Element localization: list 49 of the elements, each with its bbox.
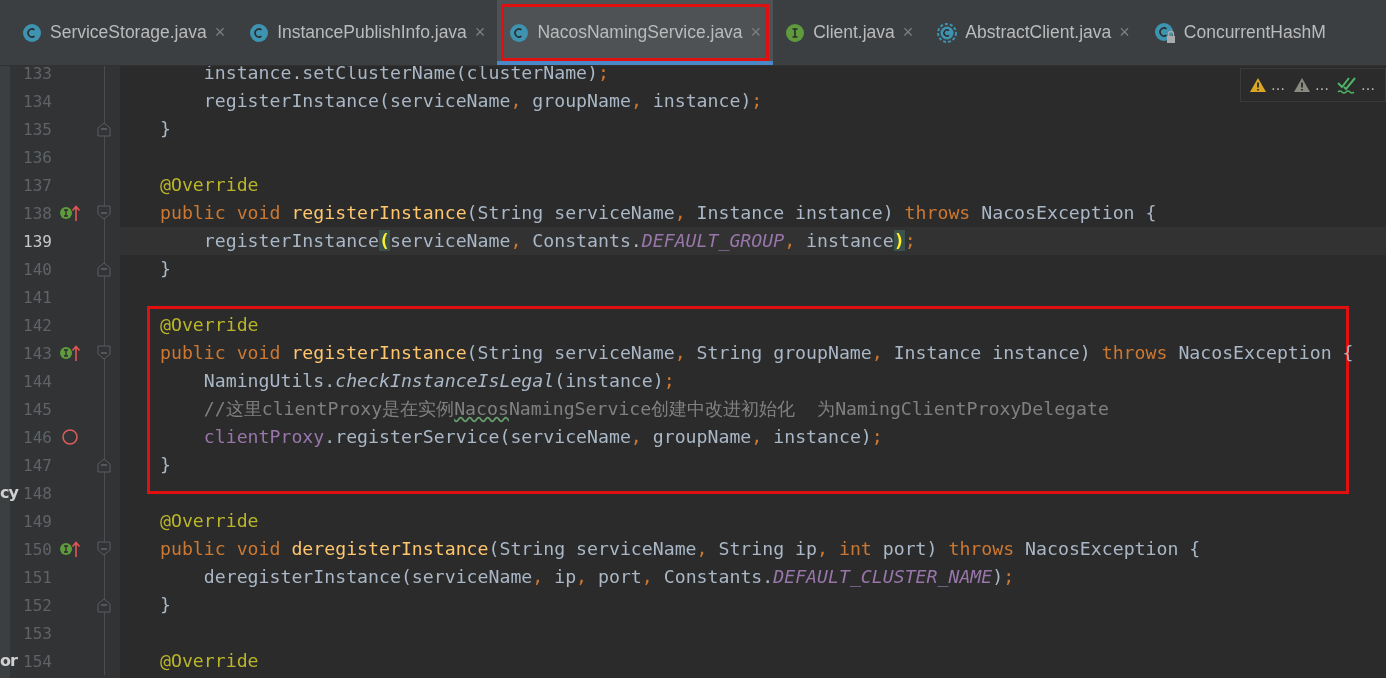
- code-line: }: [160, 117, 171, 141]
- editor-tab[interactable]: AbstractClient.java ×: [925, 0, 1142, 65]
- fold-icon[interactable]: [97, 345, 111, 361]
- code-line: clientProxy.registerService(serviceName, groupName, instance);: [202, 425, 883, 449]
- code-line: @Override: [160, 313, 259, 337]
- code-line: NamingUtils.checkInstanceIsLegal(instance);: [202, 369, 675, 393]
- line-number: 139: [22, 231, 52, 251]
- interface-icon: [785, 22, 806, 43]
- code-line: registerInstance(serviceName, Constants.DEFAULT_GROUP, instance);: [202, 229, 916, 253]
- double-check-icon: [1337, 76, 1357, 94]
- inspection-count: …: [1361, 77, 1375, 93]
- fold-icon[interactable]: [97, 541, 111, 557]
- fold-icon[interactable]: [97, 121, 111, 137]
- fold-icon[interactable]: [97, 205, 111, 221]
- code-line: }: [160, 453, 171, 477]
- warning-icon: [1249, 77, 1267, 93]
- code-line: deregisterInstance(serviceName, ip, port, Constants.DEFAULT_CLUSTER_NAME);: [202, 565, 1015, 589]
- editor-tab[interactable]: ServiceStorage.java ×: [10, 0, 238, 65]
- inspection-count: …: [1271, 77, 1285, 93]
- editor-tab[interactable]: InstancePublishInfo.java ×: [237, 0, 498, 65]
- code-line: }: [160, 257, 171, 281]
- panel-label: cy: [0, 482, 18, 504]
- implements-method-icon[interactable]: [59, 344, 81, 362]
- code-line: @Override: [160, 173, 259, 197]
- breakpoint-icon[interactable]: [61, 428, 79, 446]
- inspection-count: …: [1315, 77, 1329, 93]
- code-line: public void deregisterInstance(String serviceName, String ip, int port) throws NacosException {: [160, 537, 1201, 561]
- code-line: @Override: [160, 649, 259, 673]
- editor-tab[interactable]: Client.java ×: [773, 0, 926, 65]
- inspection-widget[interactable]: … … …: [1240, 68, 1386, 102]
- fold-icon[interactable]: [97, 261, 111, 277]
- implements-method-icon[interactable]: [59, 204, 81, 222]
- editor-tab[interactable]: NacosNamingService.java ×: [497, 0, 774, 65]
- abstract-class-icon: [937, 22, 958, 43]
- code-line: @Override: [160, 509, 259, 533]
- implements-method-icon[interactable]: [59, 540, 81, 558]
- class-icon: [249, 22, 270, 43]
- class-lock-icon: [1153, 21, 1176, 44]
- code-line: }: [160, 593, 171, 617]
- fold-icon[interactable]: [97, 597, 111, 613]
- class-icon: [22, 22, 42, 43]
- warning-icon: [1293, 77, 1311, 93]
- code-line: public void registerInstance(String serviceName, Instance instance) throws NacosException {: [160, 201, 1157, 225]
- class-icon: [509, 22, 530, 43]
- fold-icon[interactable]: [97, 457, 111, 473]
- code-line: registerInstance(serviceName, groupName, instance);: [202, 89, 763, 113]
- editor-tab[interactable]: ConcurrentHashM: [1141, 0, 1338, 65]
- code-line: //这里clientProxy是在实例NacosNamingService创建中改进初始化 为NamingClientProxyDelegate: [202, 397, 1109, 421]
- panel-label: or: [0, 650, 17, 672]
